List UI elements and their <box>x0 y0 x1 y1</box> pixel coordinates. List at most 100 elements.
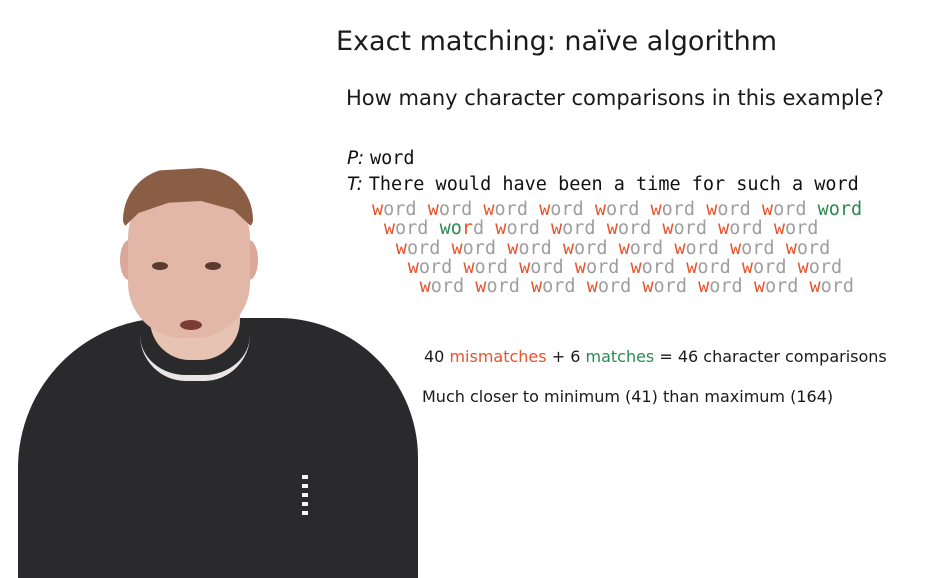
alignment-word: word <box>698 276 743 297</box>
alignment-word: word <box>674 238 719 259</box>
mismatch-char: w <box>519 256 531 278</box>
mismatch-char: w <box>383 218 396 240</box>
unexamined-chars: ord <box>717 199 751 220</box>
mismatch-char: w <box>741 256 754 278</box>
presenter-eye-left <box>152 262 168 270</box>
mismatch-char: w <box>797 256 809 278</box>
alignment-word: word <box>563 238 608 259</box>
alignment-row: word word word word word word word word … <box>372 199 862 220</box>
mismatch-char: w <box>809 276 821 298</box>
alignment-word: word <box>396 238 441 259</box>
match-word: matches <box>585 347 655 366</box>
mismatch-char: w <box>574 256 586 278</box>
unexamined-chars: ord <box>697 256 731 278</box>
alignment-word: word <box>754 276 799 297</box>
mismatch-count: 40 <box>424 347 445 366</box>
comparison-summary: 40 mismatches + 6 matches = 46 character… <box>424 347 887 366</box>
mismatch-char: w <box>451 237 463 259</box>
unexamined-chars: ord <box>506 218 540 240</box>
unexamined-chars: d <box>473 218 485 240</box>
mismatch-char: w <box>706 199 718 220</box>
unexamined-chars: ord <box>773 199 807 220</box>
mismatch-char: w <box>495 218 507 240</box>
mismatch-char: w <box>407 256 419 278</box>
unexamined-chars: ord <box>597 276 632 298</box>
unexamined-chars: ord <box>562 218 596 240</box>
plus-sign: + <box>551 347 566 366</box>
equals-sign: = <box>659 347 673 366</box>
mismatch-word: mismatches <box>449 347 547 366</box>
unexamined-chars: ord <box>430 276 465 298</box>
text-value: There would have been a time for such a … <box>368 174 859 195</box>
alignment-word: word <box>810 276 855 297</box>
mismatch-char: w <box>551 218 563 240</box>
alignment-word: word <box>463 257 508 278</box>
alignment-word: word <box>730 238 775 259</box>
presenter-video <box>0 0 460 578</box>
unexamined-chars: ord <box>486 276 520 298</box>
alignment-word: word <box>452 238 497 259</box>
alignment-row: word word word word word word word word <box>420 276 854 297</box>
mismatch-char: w <box>753 276 765 298</box>
unexamined-chars: ord <box>629 237 664 259</box>
alignment-word: word <box>718 218 763 239</box>
slide-title: Exact matching: naïve algorithm <box>336 26 778 57</box>
presenter-eye-right <box>205 262 221 270</box>
unexamined-chars: ord <box>406 237 441 259</box>
alignment-word: word <box>595 199 640 220</box>
microphone-icon <box>302 475 308 515</box>
text-line: T: There would have been a time for such… <box>347 174 859 195</box>
mismatch-char: w <box>718 218 730 240</box>
unexamined-chars: ord <box>574 237 608 259</box>
unexamined-chars: ord <box>418 256 453 278</box>
mismatch-char: w <box>606 218 618 240</box>
mismatch-char: w <box>427 199 439 220</box>
mismatch-char: w <box>562 237 575 259</box>
unexamined-chars: ord <box>530 256 564 278</box>
alignment-word: word <box>408 257 453 278</box>
mismatch-char: w <box>698 276 710 298</box>
alignment-word: word <box>607 218 652 239</box>
mismatch-char: w <box>475 276 487 298</box>
unexamined-chars: ord <box>383 199 417 220</box>
unexamined-chars: ord <box>585 256 620 278</box>
alignment-word: word <box>372 199 417 220</box>
unexamined-chars: ord <box>729 218 763 240</box>
unexamined-chars: ord <box>796 237 831 259</box>
mismatch-char: w <box>507 237 519 259</box>
mismatch-char: w <box>372 199 384 220</box>
unexamined-chars: ord <box>550 199 584 220</box>
mismatch-char: w <box>419 276 431 298</box>
alignment-word: word <box>818 199 863 220</box>
pattern-label: P: <box>347 148 365 169</box>
unexamined-chars: ord <box>438 199 473 220</box>
alignment-word: word <box>495 218 540 239</box>
mismatch-char: w <box>686 256 698 278</box>
unexamined-chars: ord <box>395 218 429 240</box>
unexamined-chars: ord <box>661 199 696 220</box>
alignment-word: word <box>428 199 473 220</box>
alignment-word: word <box>706 199 751 220</box>
mismatch-char: w <box>531 276 543 298</box>
mismatch-char: w <box>483 199 495 220</box>
mismatch-char: w <box>630 256 642 278</box>
unexamined-chars: ord <box>753 256 787 278</box>
alignment-word: word <box>686 257 731 278</box>
mismatch-char: w <box>463 256 475 278</box>
mismatch-char: w <box>761 199 774 220</box>
alignment-word: word <box>475 276 520 297</box>
unexamined-chars: ord <box>741 237 775 259</box>
alignment-word: word <box>651 199 696 220</box>
unexamined-chars: ord <box>673 218 707 240</box>
mismatch-char: w <box>539 199 551 220</box>
unexamined-chars: ord <box>605 199 640 220</box>
alignment-word: word <box>384 218 429 239</box>
alignment-word: word <box>762 199 807 220</box>
unexamined-chars: ord <box>518 237 552 259</box>
slide-subtitle: How many character comparisons in this e… <box>346 86 885 110</box>
mismatch-char: w <box>662 218 674 240</box>
total-comparisons: 46 character comparisons <box>677 347 887 366</box>
alignment-row: word word word word word word word word <box>408 257 842 278</box>
alignment-word: word <box>507 238 552 259</box>
unexamined-chars: ord <box>542 276 576 298</box>
